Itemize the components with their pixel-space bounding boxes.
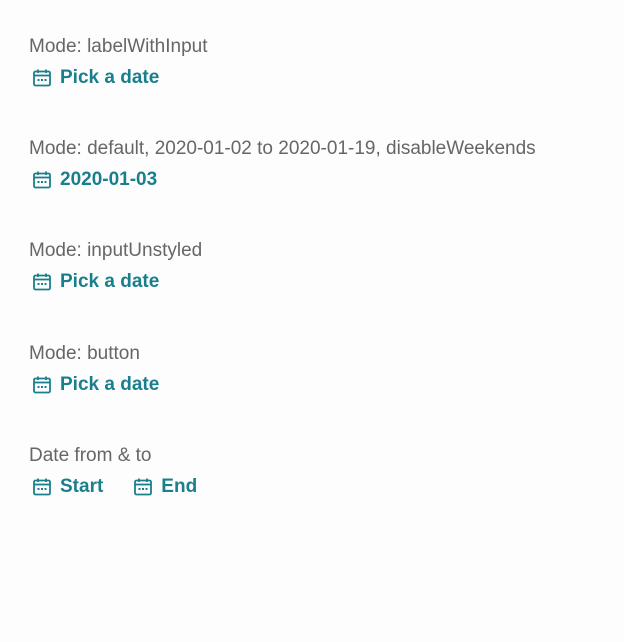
mode-label: Mode: inputUnstyled (29, 240, 203, 261)
picker-row: Pick a date (29, 67, 208, 89)
picker-row: Start End (29, 476, 197, 498)
calendar-icon (32, 477, 52, 497)
date-picker-text: End (161, 476, 198, 497)
section-button: Mode: button Pick a date (29, 343, 159, 396)
date-picker-text: 2020-01-03 (60, 169, 158, 190)
section-default-range: Mode: default, 2020-01-02 to 2020-01-19,… (29, 138, 536, 191)
section-date-range: Date from & to Start End (29, 445, 197, 498)
mode-label: Date from & to (29, 445, 152, 466)
calendar-icon (32, 68, 52, 88)
calendar-icon (32, 170, 52, 190)
picker-row: Pick a date (29, 271, 202, 293)
picker-row: Pick a date (29, 374, 159, 396)
date-picker-demo-page: Mode: labelWithInput Pick a date Mode: d… (0, 0, 624, 642)
mode-label: Mode: labelWithInput (29, 36, 208, 57)
date-picker-text: Pick a date (60, 271, 160, 292)
calendar-icon (32, 375, 52, 395)
date-picker-text: Pick a date (60, 374, 160, 395)
start-date-picker-button[interactable]: Start (29, 476, 103, 498)
section-input-unstyled: Mode: inputUnstyled Pick a date (29, 240, 202, 293)
date-picker-text: Pick a date (60, 67, 160, 88)
calendar-icon (133, 477, 153, 497)
section-label-with-input: Mode: labelWithInput Pick a date (29, 36, 208, 89)
date-picker-text: Start (60, 476, 104, 497)
date-picker-button[interactable]: Pick a date (29, 271, 159, 293)
date-picker-button[interactable]: 2020-01-03 (29, 169, 157, 191)
picker-row: 2020-01-03 (29, 169, 536, 191)
mode-label: Mode: button (29, 343, 140, 364)
end-date-picker-button[interactable]: End (130, 476, 197, 498)
mode-label: Mode: default, 2020-01-02 to 2020-01-19,… (29, 138, 536, 159)
date-picker-button[interactable]: Pick a date (29, 67, 159, 89)
calendar-icon (32, 272, 52, 292)
date-picker-button[interactable]: Pick a date (29, 374, 159, 396)
